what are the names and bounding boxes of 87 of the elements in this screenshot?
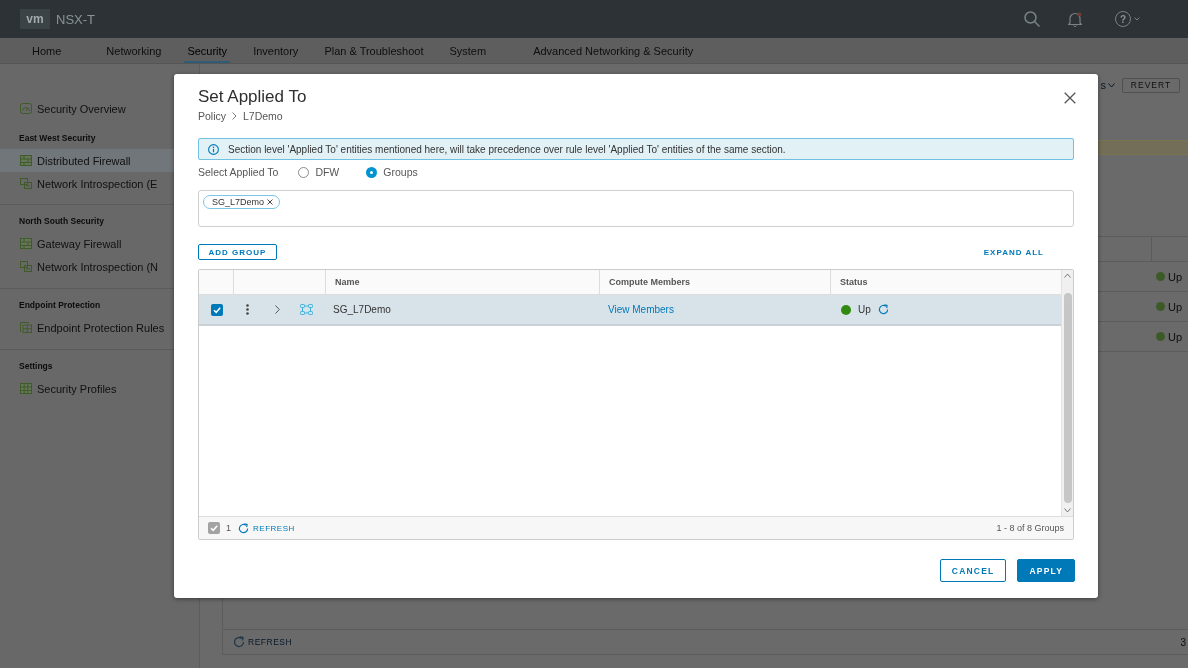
nav-tab[interactable]: Advanced Networking & Security	[530, 38, 697, 63]
dialog-title: Set Applied To	[198, 87, 307, 107]
group-icon	[300, 304, 313, 315]
refresh-icon[interactable]	[238, 522, 249, 534]
scrollbar-track[interactable]	[1061, 270, 1073, 516]
sidebar-heading: North South Security	[18, 215, 105, 228]
sidebar-heading: Endpoint Protection	[18, 299, 102, 312]
product-name: NSX-T	[56, 11, 95, 27]
status-text: Up	[1168, 270, 1183, 283]
field-label: Select Applied To	[198, 166, 279, 178]
revert-button[interactable]: REVERT	[1122, 77, 1180, 93]
table-row[interactable]: SG_L7Demo View Members Up	[199, 295, 1061, 326]
sidebar-item-label: Security Profiles	[37, 382, 117, 395]
scroll-up-icon[interactable]	[1064, 273, 1071, 278]
refresh-link[interactable]: REFRESH	[248, 637, 293, 647]
groups-input-field[interactable]: SG_L7Demo	[198, 190, 1074, 227]
sidebar-item[interactable]: Network Introspection (E	[0, 172, 199, 195]
sidebar-heading: East West Security	[18, 132, 97, 145]
sidebar-item[interactable]: Network Introspection (N	[0, 255, 199, 278]
status-text: Up	[858, 304, 871, 315]
scroll-down-icon[interactable]	[1064, 508, 1071, 513]
brick-wall-icon	[20, 155, 32, 166]
selected-count: 1	[226, 523, 231, 533]
column-header: Name	[325, 270, 599, 294]
radio-label[interactable]: DFW	[315, 166, 340, 178]
sidebar-item-label: Network Introspection (N	[37, 260, 159, 273]
cancel-button[interactable]: CANCEL	[939, 559, 1007, 582]
sidebar-item-label: Gateway Firewall	[37, 237, 122, 250]
status-dot-icon	[841, 304, 851, 315]
caret-icon	[1108, 82, 1115, 88]
sidebar-item-label: Security Overview	[37, 102, 126, 115]
checkbox-icon	[208, 522, 220, 534]
sidebar-heading: Settings	[18, 360, 54, 373]
brick-wall-icon	[20, 238, 32, 249]
pagination-text: 3	[1180, 636, 1186, 648]
table-icon	[20, 383, 32, 394]
remove-icon[interactable]	[267, 199, 274, 205]
bell-icon[interactable]	[1068, 11, 1082, 27]
tag-label: SG_L7Demo	[212, 197, 265, 207]
nav-tab[interactable]: Plan & Troubleshoot	[321, 38, 427, 63]
sidebar-item-label: Distributed Firewall	[37, 154, 131, 167]
refresh-icon[interactable]	[233, 636, 245, 648]
nav-tab[interactable]: Home	[29, 38, 65, 63]
info-icon	[208, 143, 219, 155]
chevron-icon[interactable]	[275, 305, 280, 314]
expand-all-link[interactable]: EXPAND ALL	[983, 247, 1044, 257]
sidebar-item[interactable]: Gateway Firewall	[0, 232, 199, 255]
logo: vm	[20, 9, 50, 29]
pagination-text: 1 - 8 of 8 Groups	[996, 523, 1064, 533]
radio-button[interactable]	[298, 166, 310, 178]
kebab-menu-icon[interactable]	[246, 304, 249, 315]
refresh-link[interactable]: REFRESH	[253, 523, 295, 533]
status-text: Up	[1168, 330, 1183, 343]
add-group-button[interactable]: ADD GROUP	[198, 244, 277, 260]
sidebar-item-label: Network Introspection (E	[37, 177, 158, 190]
sidebar-item[interactable]: Security Profiles	[0, 377, 199, 400]
breadcrumb-item: L7Demo	[243, 110, 283, 122]
sidebar-item[interactable]: Security Overview	[0, 97, 199, 120]
sidebar-item[interactable]: Endpoint Protection Rules	[0, 316, 199, 339]
chevron-right-icon	[232, 112, 237, 120]
scrollbar-thumb[interactable]	[1063, 293, 1072, 503]
search-icon[interactable]	[1024, 11, 1040, 27]
close-icon[interactable]	[1064, 92, 1076, 104]
status-text: Up	[1168, 300, 1183, 313]
gauge-icon	[20, 103, 32, 114]
refresh-icon[interactable]	[877, 304, 889, 315]
radio-label[interactable]: Groups	[383, 166, 418, 178]
caret-icon	[1134, 17, 1140, 21]
info-text: Section level 'Applied To' entities mentioned here, will take precedence over rule level 'Applied To' entities of the same section.	[228, 143, 786, 155]
overlapping-squares-icon	[20, 178, 32, 189]
nav-tab[interactable]: System	[446, 38, 490, 63]
breadcrumb-item[interactable]: Policy	[198, 110, 226, 122]
status-dot-icon	[1156, 272, 1165, 281]
nav-tab[interactable]: Inventory	[250, 38, 302, 63]
overlapping-squares-icon	[20, 261, 32, 272]
grid-icon	[20, 322, 32, 333]
checkbox[interactable]	[211, 303, 223, 316]
menu-label[interactable]: s	[1100, 79, 1106, 91]
apply-button[interactable]: APPLY	[1017, 559, 1075, 582]
status-dot-icon	[1156, 332, 1165, 341]
view-members-link[interactable]: View Members	[608, 304, 674, 315]
name-cell-text: SG_L7Demo	[332, 303, 392, 317]
radio-button[interactable]	[366, 166, 378, 178]
sidebar-item-label: Endpoint Protection Rules	[37, 321, 165, 334]
nav-tab[interactable]: Networking	[103, 38, 165, 63]
column-header: Compute Members	[599, 270, 830, 294]
status-dot-icon	[1156, 302, 1165, 311]
